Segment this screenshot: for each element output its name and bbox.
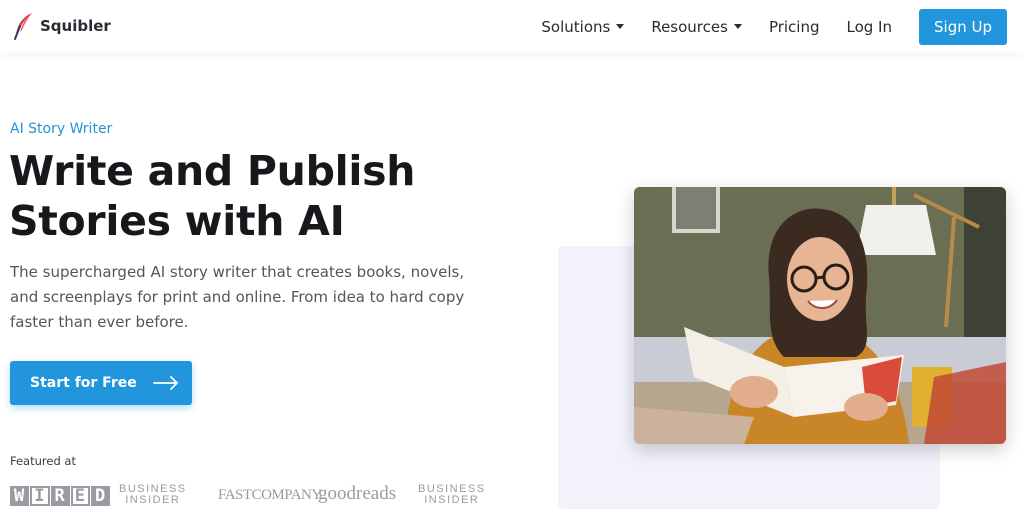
wired-letter: I [30,486,50,506]
wired-letter: R [50,486,70,506]
nav-login[interactable]: Log In [847,18,893,36]
nav-solutions[interactable]: Solutions [541,17,625,36]
wired-letter: E [70,486,90,506]
featured-at-label: Featured at [10,454,76,468]
business-insider-logo: BUSINESS INSIDER [418,484,486,506]
woman-reading-book-illustration [634,187,1006,444]
nav-pricing[interactable]: Pricing [769,18,820,36]
hero-photo [634,187,1006,444]
nav-resources[interactable]: Resources [651,18,742,36]
quill-feather-icon [14,13,32,40]
caret-down-icon [733,24,742,29]
wired-letter: W [10,486,30,506]
bi-bottom: INSIDER [424,494,480,506]
start-for-free-button[interactable]: Start for Free [10,361,192,405]
main-nav: Solutions Resources Pricing Log In Sign … [541,0,1007,53]
nav-login-label: Log In [846,17,893,36]
wired-letter: D [91,486,111,506]
hero-subcopy: The supercharged AI story writer that cr… [10,263,465,331]
nav-resources-label: Resources [651,17,728,36]
nav-solutions-label: Solutions [541,17,611,36]
brand-logo-link[interactable]: Squibler [12,12,111,40]
wired-logo: WIRED [10,486,111,506]
arrow-right-icon [152,376,178,390]
fast-company-logo: FASTCOMPANY [218,487,322,503]
brand-name: Squibler [40,17,111,35]
business-insider-logo: BUSINESS INSIDER [119,484,187,506]
hero-eyebrow: AI Story Writer [10,121,113,137]
press-logos: WIRED BUSINESS INSIDER FASTCOMPANY goodr… [10,482,490,510]
cta-label: Start for Free [30,375,137,391]
bi-bottom: INSIDER [125,494,181,506]
headline-line-1: Write and Publish [9,147,416,195]
goodreads-logo: goodreads [318,483,397,504]
signup-button[interactable]: Sign Up [919,8,1007,45]
top-navbar: Squibler Solutions Resources Pricing Log… [0,0,1024,53]
hero-headline: Write and Publish Stories with AI [9,146,489,246]
nav-pricing-label: Pricing [768,17,820,36]
headline-line-2: Stories with AI [9,197,345,245]
caret-down-icon [616,24,625,29]
